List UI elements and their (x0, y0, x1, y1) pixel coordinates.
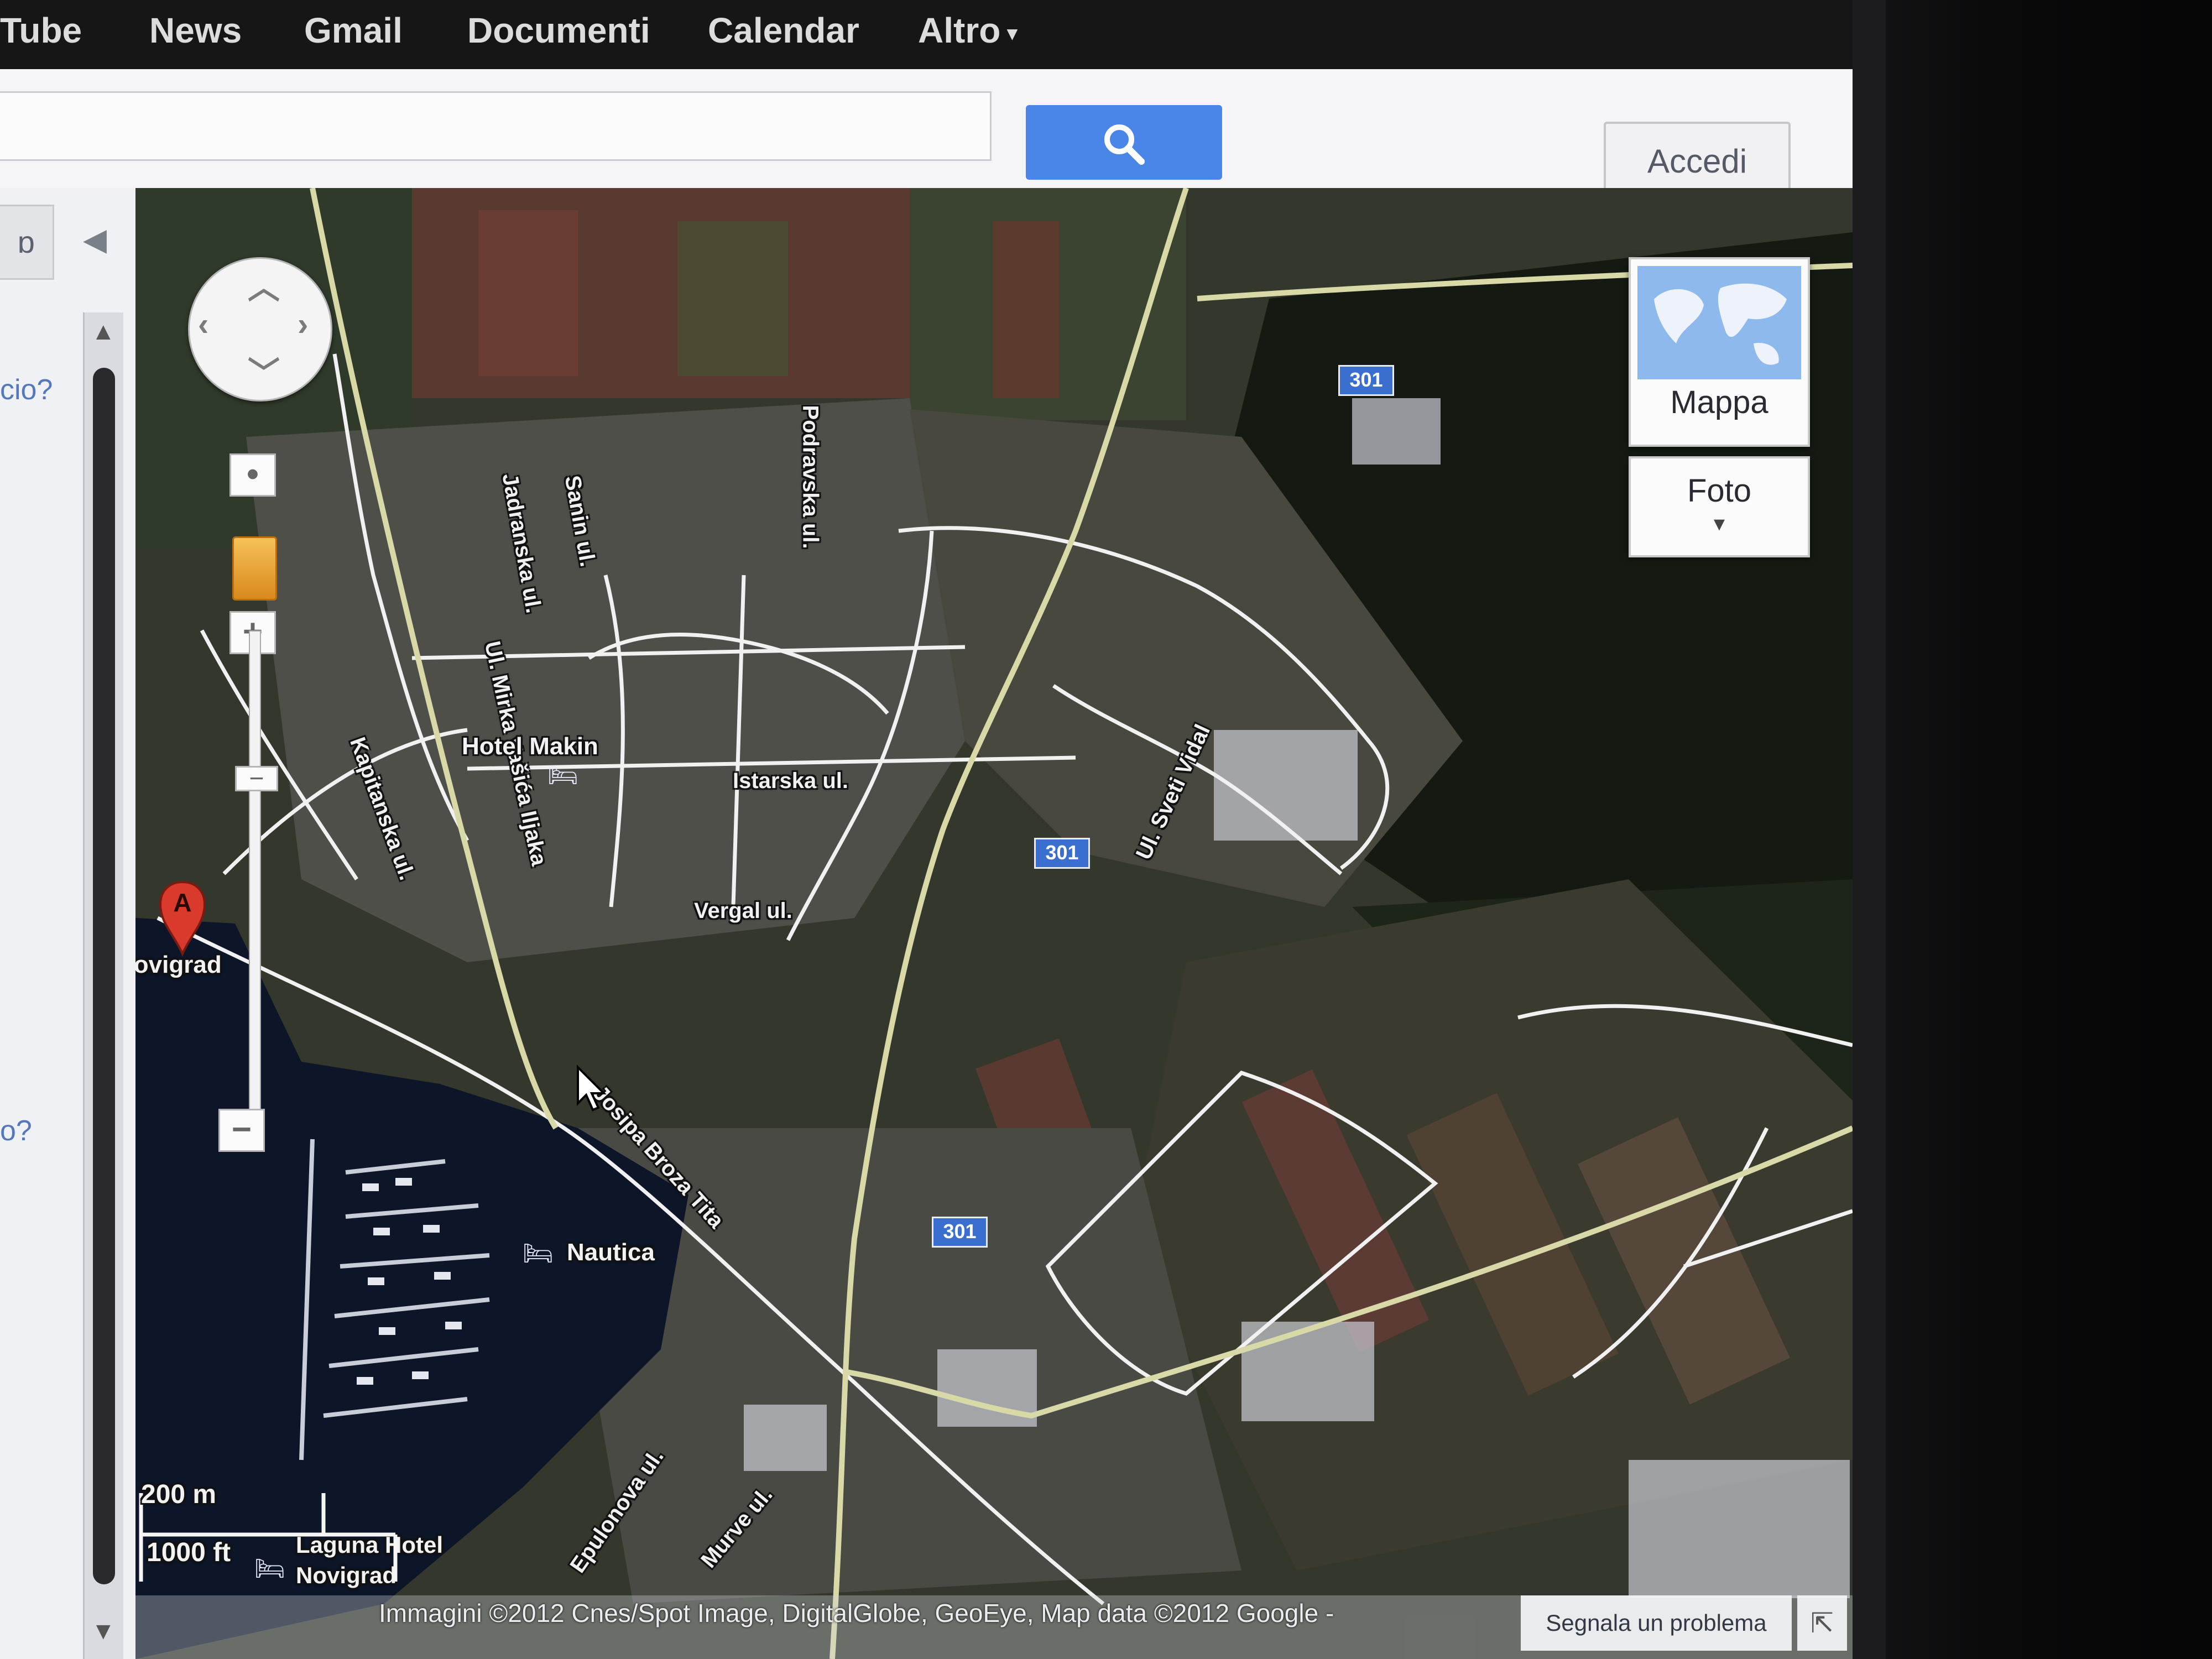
marker-letter: A (173, 888, 191, 917)
pan-left-icon[interactable]: ‹ (198, 306, 208, 343)
scrollbar-thumb[interactable] (93, 368, 115, 1584)
gbar-link-calendar[interactable]: Calendar (708, 10, 859, 51)
gbar-more-label: Altro (918, 11, 1001, 50)
mouse-cursor-icon (577, 1065, 607, 1112)
road-shield-301: 301 (1338, 365, 1394, 396)
gbar-more-menu[interactable]: Altro ▾ (918, 10, 1017, 51)
satellite-map[interactable]: ︿ ‹ › ﹀ • + − − Mappa Foto ▼ (135, 188, 1853, 1659)
zoom-slider-handle[interactable]: − (235, 765, 278, 791)
road-shield-301: 301 (932, 1217, 988, 1248)
panel-question-text[interactable]: cio? (0, 373, 53, 406)
left-panel: ɒ ◀ cio? o? ▲ ▼ (0, 188, 135, 1659)
chevron-down-icon: ▾ (1007, 22, 1018, 45)
search-input[interactable] (0, 91, 992, 161)
panel-question-text[interactable]: o? (0, 1114, 32, 1147)
scroll-up-icon[interactable]: ▲ (91, 318, 116, 346)
gbar-link-documenti[interactable]: Documenti (467, 10, 650, 51)
collapse-panel-icon[interactable]: ◀ (83, 221, 107, 258)
report-problem-link[interactable]: Segnala un problema (1521, 1595, 1792, 1651)
marker-label: Novigrad (135, 951, 222, 978)
copyright-text: Immagini ©2012 Cnes/Spot Image, DigitalG… (379, 1599, 1334, 1627)
pan-down-icon[interactable]: ﹀ (248, 347, 280, 394)
scale-imperial-label: 1000 ft (147, 1538, 231, 1567)
link-icon[interactable]: ɒ (0, 205, 54, 280)
zoom-slider[interactable] (249, 630, 261, 1130)
gbar-link-youtube[interactable]: Tube (0, 10, 82, 51)
reset-view-button[interactable]: • (229, 453, 276, 497)
map-type-map-button[interactable]: Mappa (1629, 257, 1810, 447)
world-map-thumbnail-icon (1637, 266, 1801, 379)
google-bar: Tube News Gmail Documenti Calendar Altro… (0, 0, 1853, 69)
hotel-icon[interactable]: 🛏 (547, 760, 578, 789)
chevron-down-icon: ▼ (1710, 514, 1729, 535)
pan-control[interactable]: ︿ ‹ › ﹀ (188, 257, 332, 401)
map-type-map-label: Mappa (1670, 384, 1768, 420)
street-label: Istarska ul. (733, 769, 849, 793)
street-label: Vergal ul. (694, 899, 792, 923)
map-type-photo-button[interactable]: Foto ▼ (1629, 456, 1810, 557)
place-label-nautica[interactable]: Nautica (567, 1239, 655, 1266)
pan-right-icon[interactable]: › (298, 306, 308, 343)
scale-metric-label: 200 m (141, 1480, 217, 1509)
place-label-hotel-makin[interactable]: Hotel Makin (462, 733, 598, 760)
monitor-bezel (1853, 0, 2212, 1659)
scroll-down-icon[interactable]: ▼ (91, 1618, 116, 1645)
search-icon (1104, 124, 1145, 165)
gbar-link-news[interactable]: News (149, 10, 242, 51)
road-shield-301: 301 (1034, 838, 1090, 869)
zoom-out-button[interactable]: − (218, 1109, 265, 1152)
expand-icon[interactable]: ⇱ (1797, 1595, 1847, 1651)
search-button[interactable] (1026, 105, 1222, 180)
search-header: Accedi (0, 69, 1853, 201)
satellite-imagery (135, 188, 1853, 1659)
map-marker-a-icon[interactable]: A (158, 879, 207, 957)
hotel-icon[interactable]: 🛏 (523, 1239, 554, 1267)
panel-scrollbar[interactable]: ▲ ▼ (83, 312, 123, 1659)
street-label: Podravska ul. (798, 405, 823, 549)
gbar-link-gmail[interactable]: Gmail (304, 10, 403, 51)
monitor-screen: Tube News Gmail Documenti Calendar Altro… (0, 0, 1853, 1659)
pan-up-icon[interactable]: ︿ (248, 262, 280, 308)
street-view-pegman-icon[interactable] (232, 536, 277, 601)
map-type-photo-label: Foto (1687, 473, 1752, 509)
